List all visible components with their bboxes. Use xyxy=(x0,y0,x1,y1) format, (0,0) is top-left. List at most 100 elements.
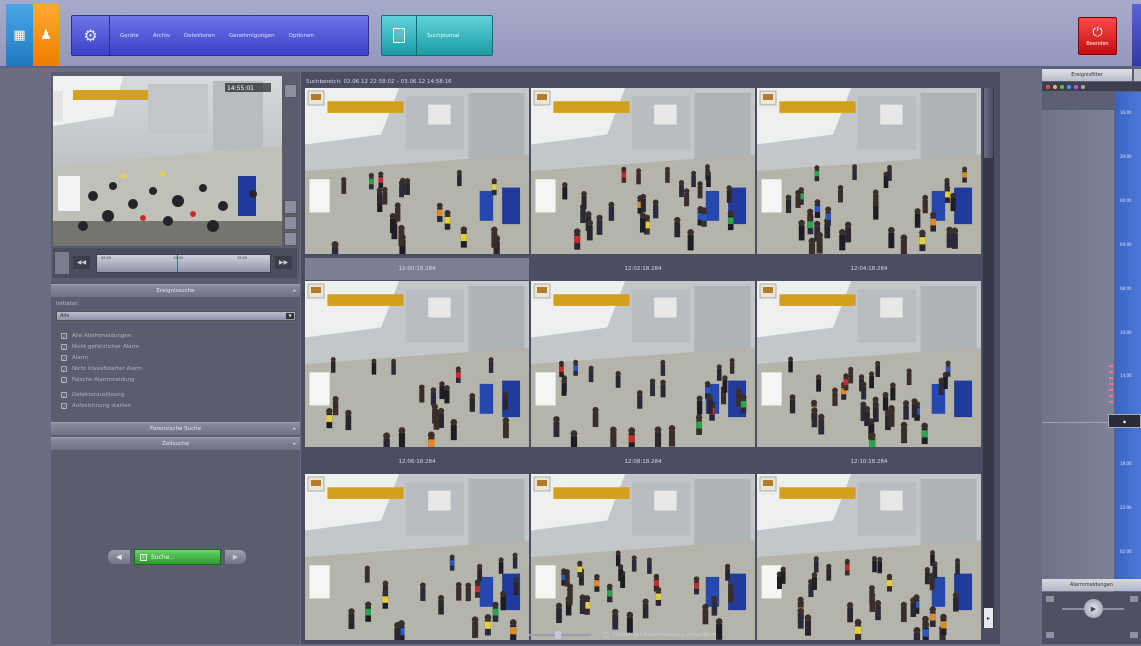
quit-button[interactable]: ⏻ Beenden xyxy=(1078,17,1117,55)
checkbox-icon[interactable]: ✓ xyxy=(61,344,67,350)
checkbox-icon[interactable]: ✓ xyxy=(61,366,67,372)
alarm-marker[interactable] xyxy=(1109,401,1113,403)
result-thumbnail[interactable]: 12:02:18.284 xyxy=(531,88,755,280)
zoom-in-icon[interactable]: ⌕ xyxy=(595,631,599,640)
alarm-marker[interactable] xyxy=(1109,395,1113,397)
fast-forward-icon[interactable]: ▶▶ xyxy=(275,256,292,269)
timeline-scale-label: 00:00 xyxy=(1120,197,1132,203)
preview-tool-button-1[interactable] xyxy=(284,200,297,214)
timeline-scrubber[interactable]: 09:00 12:00 15:00 xyxy=(96,254,271,273)
filter-blue-icon[interactable] xyxy=(1067,84,1071,89)
check-alarm[interactable]: ✓ Alarm xyxy=(61,355,88,361)
alarm-marker[interactable] xyxy=(1109,371,1113,373)
alarm-playback-controls: ▶ xyxy=(1042,592,1141,644)
preview-tool-button-3[interactable] xyxy=(284,232,297,246)
filter-purple-icon[interactable] xyxy=(1074,84,1078,89)
alarm-marker[interactable] xyxy=(1109,365,1113,367)
alarm-first-button[interactable] xyxy=(1046,632,1054,638)
scroll-down-icon[interactable]: ▸ xyxy=(984,608,993,628)
filter-grey-icon[interactable] xyxy=(1081,84,1085,89)
camera-preview[interactable]: 14:55:01 xyxy=(53,76,282,246)
filter-orange-icon[interactable] xyxy=(1053,84,1057,89)
alarm-marker[interactable] xyxy=(1109,377,1113,379)
side-tab[interactable] xyxy=(1132,4,1141,66)
check-recording-start[interactable]: ✓ Aufzeichnung starten xyxy=(61,403,131,409)
section-forensic-search-label: Forensische Suche xyxy=(149,426,202,432)
zoom-object-checkbox[interactable] xyxy=(602,632,609,638)
search-journal-label: Suchjournal xyxy=(427,32,460,39)
check-unclassified-alarm[interactable]: ✓ Nicht klassifizierter Alarm xyxy=(61,366,143,372)
timeline-scale-label: 22:00 xyxy=(1120,505,1132,511)
timeline-cursor[interactable]: ◆ xyxy=(1108,414,1141,428)
search-range-label: Suchbereich: 02.06.12 22:58:02 – 03.06.1… xyxy=(306,79,452,85)
timeline-scale-label: 16:00 xyxy=(1120,110,1132,115)
top-toolbar: ▦ ♟ ⚙ Geräte Archiv Detektoren Genehmigu… xyxy=(0,0,1141,68)
event-search-body: Initiator: Alle ▼ ✓ Alle Alarmmeldungen ✓… xyxy=(51,298,300,422)
menu-item-permissions[interactable]: Genehmigungen xyxy=(229,33,275,39)
alarm-marker[interactable] xyxy=(1109,389,1113,391)
event-filter-panel: Ereignisfilter 16:00 20:00 00:00 04:00 08:00… xyxy=(1042,68,1141,644)
checkbox-icon[interactable]: ✓ xyxy=(61,355,67,361)
section-time-search[interactable]: Zeitsuche ▸ xyxy=(51,437,300,450)
result-thumbnail[interactable]: 12:10:18.284 xyxy=(757,281,981,473)
filter-red-icon[interactable] xyxy=(1046,84,1050,89)
alarm-last-button[interactable] xyxy=(1130,632,1138,638)
check-non-dangerous-alarm[interactable]: ✓ Nicht gefährlicher Alarm xyxy=(61,344,139,350)
back-arrow-icon[interactable]: ◀ xyxy=(108,550,130,564)
filter-green-icon[interactable] xyxy=(1060,84,1064,89)
expand-arrow-icon: ▸ xyxy=(293,441,296,447)
search-button[interactable]: ⌕ Suche... xyxy=(134,549,221,565)
result-thumbnail[interactable]: 12:06:18.284 xyxy=(305,281,529,473)
alarm-prev-button[interactable] xyxy=(1046,596,1054,602)
result-thumbnail[interactable] xyxy=(757,474,981,646)
result-thumbnail[interactable]: 12:08:18.284 xyxy=(531,281,755,473)
checkbox-icon[interactable]: ✓ xyxy=(61,377,67,383)
preview-tool-button-2[interactable] xyxy=(284,216,297,230)
result-thumbnail[interactable] xyxy=(305,474,529,646)
rewind-icon[interactable]: ◀◀ xyxy=(73,256,90,269)
menu-item-options[interactable]: Optionen xyxy=(289,33,314,39)
results-scrollbar[interactable]: ▸ xyxy=(983,88,994,628)
apps-grid-icon[interactable]: ▦ xyxy=(6,4,33,66)
initiator-label: Initiator: xyxy=(56,301,80,307)
user-icon[interactable]: ♟ xyxy=(33,4,59,66)
result-thumbnail[interactable] xyxy=(531,474,755,646)
checkbox-icon[interactable]: ✓ xyxy=(61,392,67,398)
menu-item-detectors[interactable]: Detektoren xyxy=(184,33,215,39)
check-all-alarms[interactable]: ✓ Alle Alarmmeldungen xyxy=(61,333,131,339)
camera-frame-image xyxy=(531,281,755,453)
document-icon xyxy=(382,16,417,55)
alarm-messages-header[interactable]: Alarmmeldungen xyxy=(1042,579,1141,591)
play-icon[interactable]: ▶ xyxy=(1084,599,1103,618)
section-event-search[interactable]: Ereignissuche ▸ xyxy=(51,284,300,297)
scroll-thumb[interactable] xyxy=(984,88,993,158)
search-results-panel: Suchbereich: 02.06.12 22:58:02 – 03.06.1… xyxy=(301,72,1000,646)
check-false-alarm[interactable]: ✓ Falsche Alarmmeldung xyxy=(61,377,134,383)
preview-up-button[interactable] xyxy=(284,84,297,98)
panel-toggle-button[interactable] xyxy=(1134,69,1141,81)
event-filter-header[interactable]: Ereignisfilter xyxy=(1042,69,1132,81)
initiator-select[interactable]: Alle ▼ xyxy=(56,311,296,321)
checkbox-icon[interactable]: ✓ xyxy=(61,333,67,339)
camera-frame-image xyxy=(531,88,755,254)
forward-arrow-icon[interactable]: ▶ xyxy=(225,550,246,564)
checkbox-icon[interactable]: ✓ xyxy=(61,403,67,409)
zoom-controls: ⌕ ⌕ Objekt der Alarmmeldung vergrößern xyxy=(521,628,821,642)
timeline-scale-label: 02:00 xyxy=(1120,549,1132,555)
alarm-marker[interactable] xyxy=(1109,383,1113,385)
search-journal-tab[interactable]: Suchjournal xyxy=(381,15,493,56)
alarm-next-button[interactable] xyxy=(1130,596,1138,602)
result-thumbnail[interactable]: 12:00:18.284 xyxy=(305,88,529,280)
timeline-tick: 12:00 xyxy=(173,256,184,260)
section-forensic-search[interactable]: Forensische Suche ▸ xyxy=(51,422,300,435)
zoom-slider-knob[interactable] xyxy=(554,631,561,639)
menu-item-devices[interactable]: Geräte xyxy=(120,33,139,39)
event-timeline[interactable]: 16:0020:0000:0004:0008:0010:0014:0016:00… xyxy=(1042,92,1141,597)
event-type-filter-bar xyxy=(1042,82,1141,91)
zoom-out-icon[interactable]: ⌕ xyxy=(521,631,525,640)
result-thumbnail[interactable]: 12:04:18.284 xyxy=(757,88,981,280)
timeline-handle[interactable] xyxy=(55,252,69,274)
check-detector-trigger[interactable]: ✓ Detektorauslösung xyxy=(61,392,124,398)
zoom-slider[interactable] xyxy=(528,631,591,639)
menu-item-archive[interactable]: Archiv xyxy=(153,33,170,39)
